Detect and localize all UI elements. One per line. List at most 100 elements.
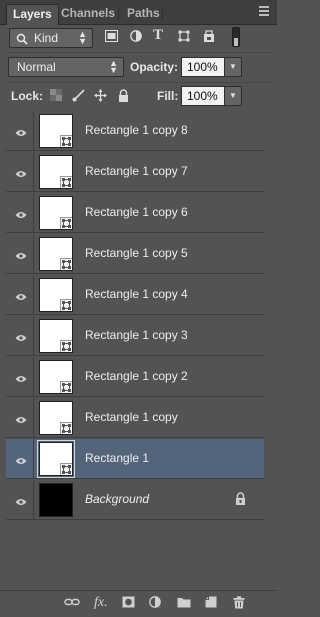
layer-thumbnail[interactable] bbox=[39, 278, 73, 312]
pixel-filter-icon[interactable] bbox=[105, 30, 118, 45]
eye-icon bbox=[15, 372, 27, 386]
lock-all-icon[interactable] bbox=[118, 89, 129, 105]
chevron-updown-icon: ▲ ▼ bbox=[109, 58, 118, 75]
layer-name[interactable]: Rectangle 1 copy 8 bbox=[85, 123, 188, 137]
tab-channels[interactable]: Channels bbox=[55, 4, 121, 24]
vector-mask-icon bbox=[60, 340, 72, 352]
chevron-updown-icon: ▲ ▼ bbox=[78, 29, 87, 46]
lock-label: Lock: bbox=[11, 89, 44, 103]
opacity-label: Opacity: bbox=[130, 60, 179, 74]
tab-divider bbox=[118, 8, 119, 20]
layer-row[interactable]: Rectangle 1 copy 2 bbox=[6, 357, 264, 397]
layer-row[interactable]: Rectangle 1 copy 4 bbox=[6, 275, 264, 315]
layer-style-fx-icon[interactable]: fx. bbox=[94, 595, 108, 611]
opacity-input[interactable]: 100% bbox=[181, 57, 225, 77]
layer-name[interactable]: Rectangle 1 copy 3 bbox=[85, 328, 188, 342]
eye-icon bbox=[15, 290, 27, 304]
layer-thumbnail[interactable] bbox=[39, 401, 73, 435]
layer-thumbnail[interactable] bbox=[39, 155, 73, 189]
layer-row[interactable]: Rectangle 1 copy 6 bbox=[6, 193, 264, 233]
visibility-toggle[interactable] bbox=[6, 357, 34, 396]
lock-transparent-pixels-icon[interactable] bbox=[50, 89, 62, 104]
layer-name[interactable]: Rectangle 1 bbox=[85, 451, 149, 465]
layer-name[interactable]: Rectangle 1 copy 2 bbox=[85, 369, 188, 383]
vector-mask-icon bbox=[60, 258, 72, 270]
layer-name[interactable]: Rectangle 1 copy 6 bbox=[85, 205, 188, 219]
new-adjustment-layer-icon[interactable]: . bbox=[149, 596, 163, 611]
layer-thumbnail[interactable] bbox=[39, 237, 73, 271]
layer-row-selected[interactable]: Rectangle 1 bbox=[6, 439, 264, 479]
link-layers-icon[interactable] bbox=[64, 596, 80, 611]
layer-thumbnail[interactable] bbox=[39, 360, 73, 394]
layer-name[interactable]: Background bbox=[85, 492, 149, 506]
layer-row[interactable]: Rectangle 1 copy 5 bbox=[6, 234, 264, 274]
filter-kind-dropdown[interactable]: Kind ▲ ▼ bbox=[9, 28, 93, 48]
vector-mask-icon bbox=[60, 299, 72, 311]
adjustment-filter-icon[interactable] bbox=[130, 30, 142, 45]
eye-icon bbox=[15, 331, 27, 345]
visibility-toggle[interactable] bbox=[6, 316, 34, 355]
layer-row[interactable]: Background bbox=[6, 480, 264, 520]
filter-toggle-switch[interactable] bbox=[232, 27, 240, 47]
divider bbox=[6, 52, 271, 53]
lock-image-pixels-icon[interactable] bbox=[72, 89, 85, 105]
vector-mask-icon bbox=[60, 176, 72, 188]
visibility-toggle[interactable] bbox=[6, 193, 34, 232]
layers-list: Rectangle 1 copy 8 Rectangle 1 copy 7 Re… bbox=[0, 111, 277, 526]
smart-object-filter-icon[interactable] bbox=[203, 30, 215, 46]
visibility-toggle[interactable] bbox=[6, 398, 34, 437]
visibility-toggle[interactable] bbox=[6, 111, 34, 150]
shape-filter-icon[interactable] bbox=[178, 30, 190, 45]
blend-mode-value: Normal bbox=[17, 60, 56, 74]
vector-mask-icon bbox=[60, 463, 72, 475]
search-icon bbox=[16, 33, 28, 48]
visibility-toggle[interactable] bbox=[6, 234, 34, 273]
vector-mask-icon bbox=[60, 217, 72, 229]
tab-paths[interactable]: Paths bbox=[121, 4, 166, 24]
opacity-dropdown-button[interactable]: ▼ bbox=[224, 57, 242, 77]
layer-thumbnail[interactable] bbox=[37, 440, 75, 478]
lock-icon[interactable] bbox=[235, 492, 246, 508]
tab-divider bbox=[162, 8, 163, 20]
eye-icon bbox=[15, 249, 27, 263]
tab-layers[interactable]: Layers bbox=[6, 4, 59, 25]
visibility-toggle[interactable] bbox=[6, 439, 34, 478]
vector-mask-icon bbox=[60, 135, 72, 147]
eye-icon bbox=[15, 126, 27, 140]
layer-row[interactable]: Rectangle 1 copy bbox=[6, 398, 264, 438]
visibility-toggle[interactable] bbox=[6, 275, 34, 314]
layer-name[interactable]: Rectangle 1 copy 7 bbox=[85, 164, 188, 178]
eye-icon bbox=[15, 167, 27, 181]
vector-mask-icon bbox=[60, 381, 72, 393]
layer-name[interactable]: Rectangle 1 copy 4 bbox=[85, 287, 188, 301]
type-filter-icon[interactable]: T bbox=[153, 27, 163, 44]
fill-dropdown-button[interactable]: ▼ bbox=[224, 86, 242, 106]
visibility-toggle[interactable] bbox=[6, 480, 34, 519]
eye-icon bbox=[15, 495, 27, 509]
visibility-toggle[interactable] bbox=[6, 152, 34, 191]
eye-icon bbox=[15, 413, 27, 427]
svg-text:.: . bbox=[159, 604, 161, 608]
layer-thumbnail[interactable] bbox=[39, 319, 73, 353]
fill-label: Fill: bbox=[157, 89, 179, 103]
layer-row[interactable]: Rectangle 1 copy 8 bbox=[6, 111, 264, 151]
lock-position-icon[interactable] bbox=[94, 89, 107, 105]
panel-menu-icon[interactable] bbox=[259, 6, 269, 18]
layer-thumbnail[interactable] bbox=[39, 196, 73, 230]
divider bbox=[6, 82, 271, 83]
blend-mode-dropdown[interactable]: Normal ▲ ▼ bbox=[8, 57, 124, 77]
eye-icon bbox=[15, 454, 27, 468]
layer-row[interactable]: Rectangle 1 copy 3 bbox=[6, 316, 264, 356]
add-layer-mask-icon[interactable] bbox=[122, 596, 135, 611]
delete-layer-trash-icon[interactable] bbox=[233, 596, 245, 612]
fill-input[interactable]: 100% bbox=[181, 86, 225, 106]
layer-name[interactable]: Rectangle 1 copy 5 bbox=[85, 246, 188, 260]
new-group-folder-icon[interactable] bbox=[177, 596, 191, 611]
layer-name[interactable]: Rectangle 1 copy bbox=[85, 410, 178, 424]
layers-bottom-toolbar: fx. . bbox=[0, 590, 277, 617]
new-layer-icon[interactable] bbox=[205, 596, 217, 611]
layer-thumbnail[interactable] bbox=[39, 114, 73, 148]
layer-row[interactable]: Rectangle 1 copy 7 bbox=[6, 152, 264, 192]
layer-thumbnail[interactable] bbox=[39, 483, 73, 517]
layers-panel: Layers Channels Paths Kind ▲ ▼ T Normal ▲… bbox=[0, 0, 277, 617]
